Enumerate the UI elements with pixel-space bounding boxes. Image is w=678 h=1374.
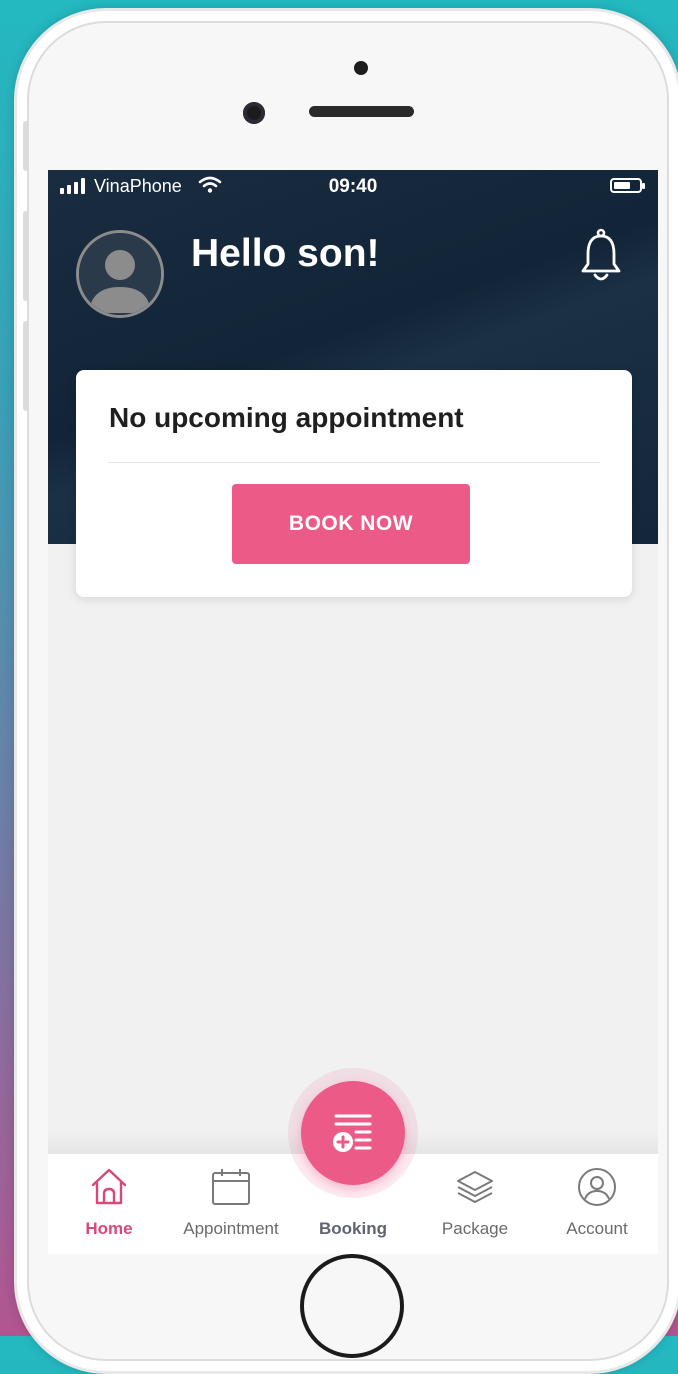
user-avatar-icon[interactable] — [76, 230, 164, 318]
no-appointment-title: No upcoming appointment — [109, 402, 464, 433]
status-time: 09:40 — [328, 176, 378, 197]
nav-package[interactable]: Package — [414, 1154, 536, 1254]
book-now-button[interactable]: BOOK NOW — [232, 484, 470, 564]
account-icon — [578, 1168, 616, 1206]
nav-home[interactable]: Home — [48, 1154, 170, 1254]
nav-appointment[interactable]: Appointment — [170, 1154, 292, 1254]
nav-appointment-label: Appointment — [183, 1219, 279, 1238]
nav-home-label: Home — [85, 1219, 133, 1238]
mute-switch — [23, 121, 29, 171]
volume-up-button — [23, 211, 29, 301]
volume-down-button — [23, 321, 29, 411]
status-bar: VinaPhone 09:40 — [48, 170, 658, 204]
nav-account[interactable]: Account — [536, 1154, 658, 1254]
app-screen: VinaPhone 09:40 Hello son! No upcoming a… — [48, 170, 658, 1254]
home-hardware-button[interactable] — [300, 1254, 404, 1358]
appointment-card: No upcoming appointment BOOK NOW — [76, 370, 632, 597]
front-camera — [243, 102, 265, 124]
avatar-silhouette-icon — [79, 233, 161, 315]
card-divider — [108, 462, 600, 463]
booking-fab-button[interactable] — [301, 1081, 405, 1185]
nav-package-label: Package — [441, 1219, 509, 1238]
add-booking-icon — [333, 1114, 372, 1152]
home-icon — [91, 1168, 127, 1205]
layers-icon — [457, 1171, 493, 1203]
proximity-sensor — [354, 61, 368, 75]
nav-booking-label: Booking — [319, 1219, 387, 1238]
bell-icon[interactable] — [580, 228, 622, 284]
calendar-icon — [212, 1169, 250, 1205]
earpiece-speaker — [309, 106, 414, 117]
nav-account-label: Account — [566, 1219, 628, 1238]
greeting-title: Hello son! — [191, 232, 380, 275]
battery-icon — [610, 178, 645, 193]
